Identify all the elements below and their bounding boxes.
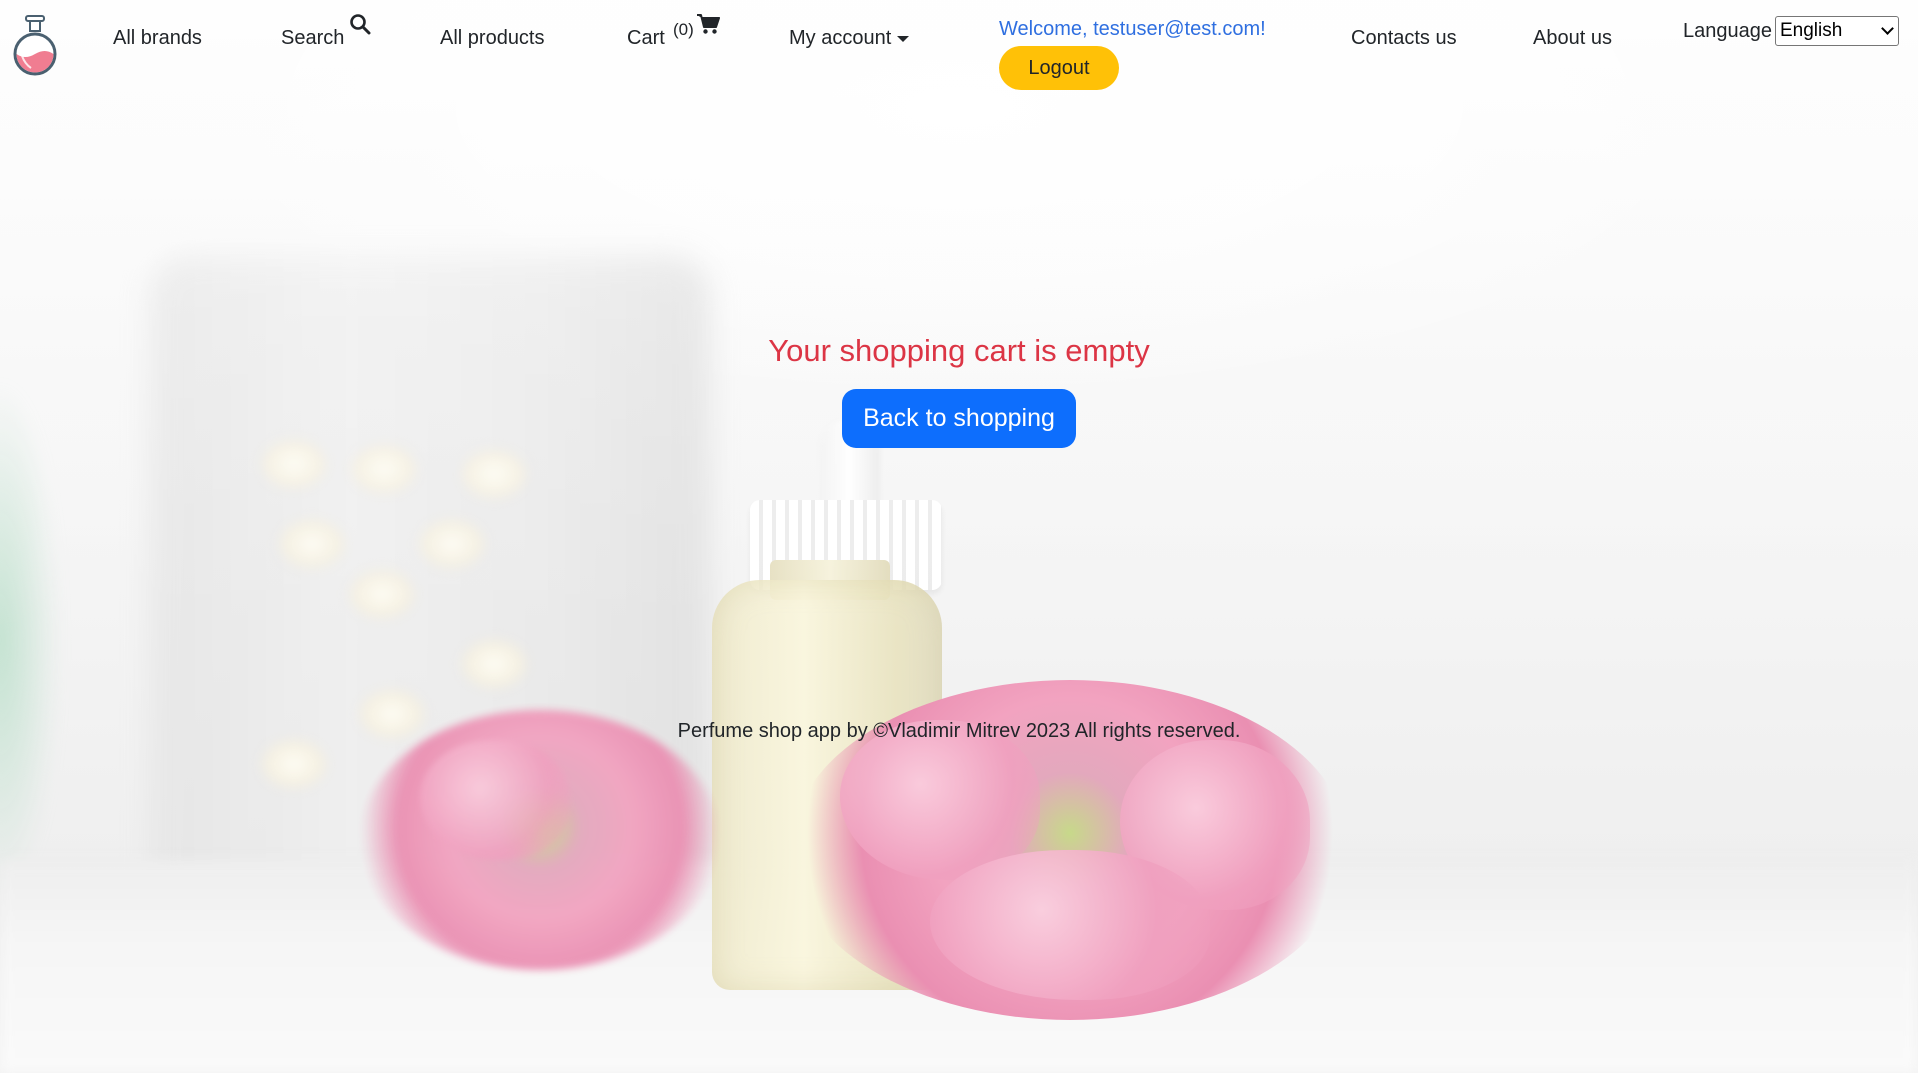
search-icon[interactable] <box>349 13 371 40</box>
nav-cart[interactable]: Cart <box>627 26 665 50</box>
welcome-message: Welcome, testuser@test.com! <box>999 18 1266 40</box>
perfume-bottle-icon <box>13 15 57 76</box>
navbar: All brands Search All products Cart (0) … <box>0 0 1918 100</box>
nav-my-account-dropdown[interactable]: My account <box>789 26 910 50</box>
nav-contacts-us[interactable]: Contacts us <box>1351 26 1457 50</box>
chevron-down-icon <box>1881 22 1894 35</box>
logo-link[interactable] <box>12 14 58 80</box>
background-image <box>0 0 1918 1073</box>
nav-about-us[interactable]: About us <box>1533 26 1612 50</box>
language-select[interactable]: English <box>1775 16 1899 46</box>
cart-count: (0) <box>673 20 694 39</box>
nav-all-products[interactable]: All products <box>440 26 545 50</box>
nav-search[interactable]: Search <box>281 26 344 50</box>
language-label: Language <box>1683 20 1772 42</box>
cart-icon[interactable] <box>696 13 720 40</box>
nav-all-brands[interactable]: All brands <box>113 26 202 50</box>
caret-down-icon <box>897 35 910 42</box>
language-selected-value: English <box>1780 20 1843 41</box>
nav-my-account-label: My account <box>789 27 892 49</box>
back-to-shopping-button[interactable]: Back to shopping <box>842 389 1076 448</box>
logout-button[interactable]: Logout <box>999 46 1119 90</box>
